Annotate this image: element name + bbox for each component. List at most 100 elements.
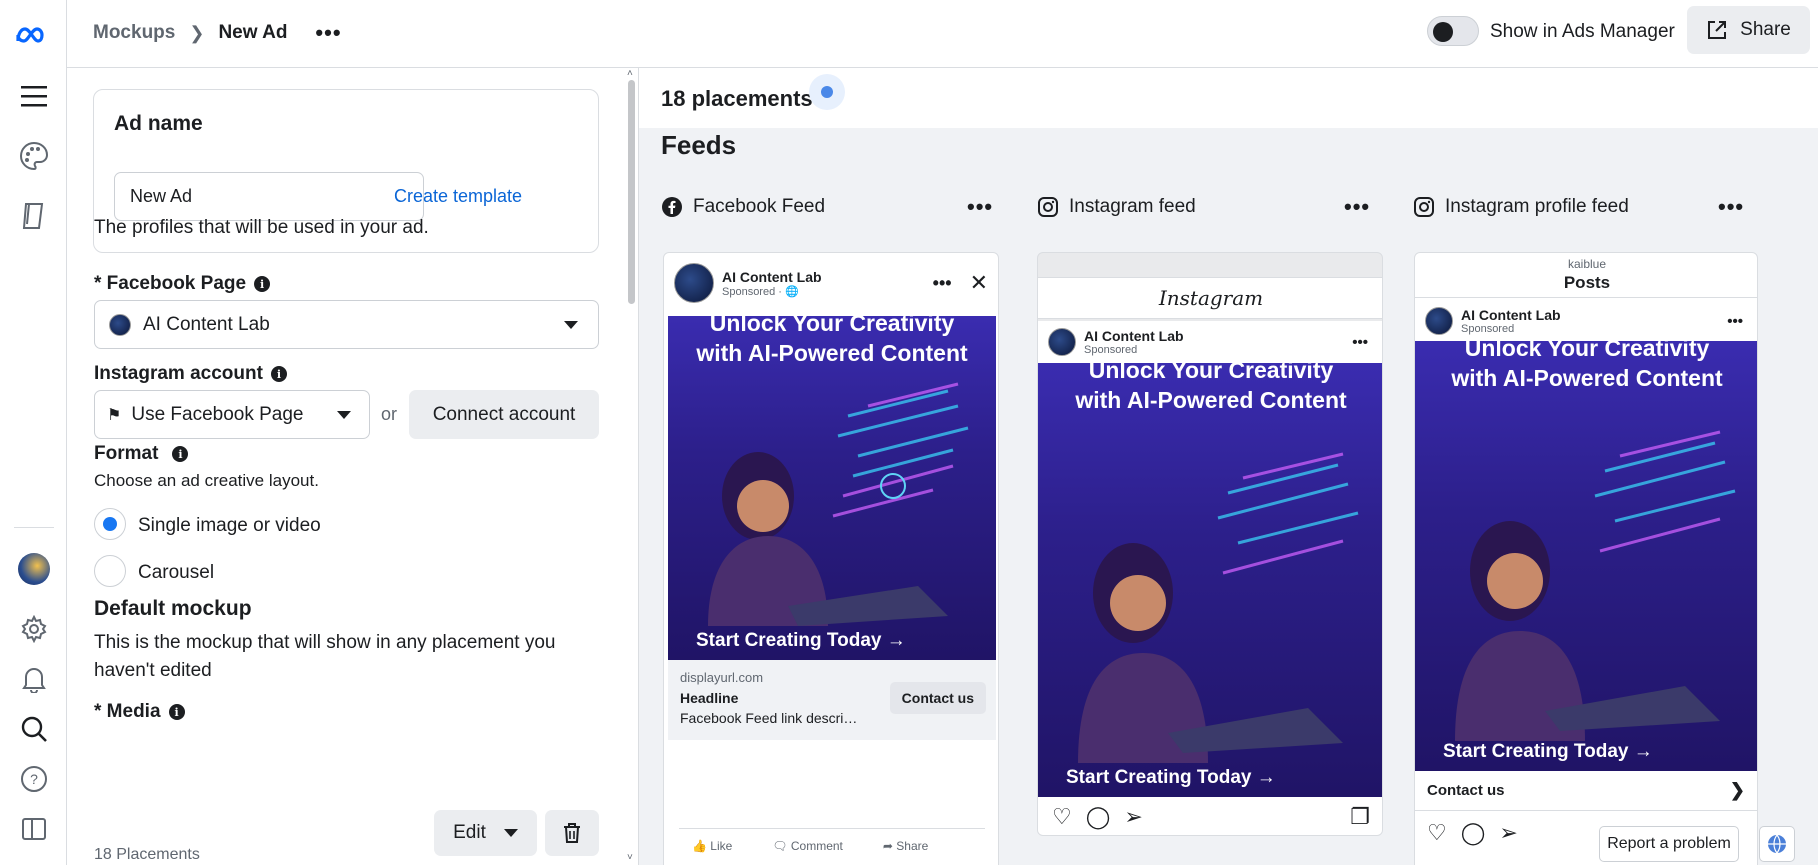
instagram-icon (1038, 197, 1058, 217)
comment-button[interactable]: 🗨 Comment (772, 839, 843, 853)
info-icon[interactable]: i (168, 704, 185, 720)
breadcrumb-current: New Ad (218, 22, 288, 43)
preview-panel: 18 placements Feeds Facebook Feed ••• In… (639, 68, 1818, 865)
search-icon[interactable] (14, 709, 54, 749)
facebook-feed-mockup[interactable]: AI Content Lab Sponsored · 🌐 ••• ✕ Unloc… (663, 252, 999, 865)
palette-icon[interactable] (14, 136, 54, 176)
format-label-text: Format (94, 443, 159, 464)
more-options-icon[interactable]: ••• (1718, 194, 1744, 220)
share-label: Share (1740, 19, 1791, 40)
show-in-ads-manager-toggle[interactable] (1427, 16, 1479, 46)
page-avatar (674, 263, 714, 303)
edit-label: Edit (453, 822, 486, 843)
share-post-button[interactable]: ➦ Share (883, 839, 928, 853)
facebook-page-value: AI Content Lab (143, 313, 270, 335)
trash-icon (564, 823, 580, 843)
meta-logo-icon[interactable] (14, 16, 54, 56)
menu-icon[interactable] (14, 76, 54, 116)
creative-headline-2: with AI-Powered Content (696, 340, 968, 366)
chevron-right-icon: ❯ (189, 22, 205, 43)
page-avatar (1048, 328, 1076, 356)
column-title-facebook-feed: Facebook Feed (661, 196, 825, 218)
heart-icon[interactable]: ♡ (1052, 804, 1072, 830)
facebook-page-label: * Facebook Page i (94, 273, 271, 295)
info-icon[interactable]: i (270, 366, 287, 382)
more-options-icon[interactable]: ••• (1727, 313, 1743, 330)
heart-icon[interactable]: ♡ (1427, 820, 1447, 846)
book-icon[interactable] (14, 196, 54, 236)
report-problem-label: Report a problem (1607, 835, 1731, 852)
column-title-instagram-feed: Instagram feed (1037, 196, 1196, 218)
delete-button[interactable] (545, 810, 599, 856)
panel-toggle-icon[interactable] (14, 809, 54, 849)
instagram-feed-mockup[interactable]: Instagram AI Content Lab Sponsored ••• U… (1037, 252, 1383, 836)
column-label: Facebook Feed (693, 196, 826, 217)
profile-contact-label: Contact us (1427, 782, 1505, 799)
instagram-profile-feed-mockup[interactable]: kaiblue Posts AI Content Lab Sponsored •… (1414, 252, 1758, 865)
instagram-account-label: Instagram account i (94, 363, 287, 385)
more-options-icon[interactable]: ••• (1352, 334, 1368, 351)
info-icon[interactable]: i (172, 446, 189, 462)
top-bar: Mockups ❯ New Ad ••• Show in Ads Manager… (67, 0, 1818, 68)
report-problem-button[interactable]: Report a problem (1599, 826, 1739, 862)
instagram-label-text: Instagram account (94, 363, 263, 384)
more-options-icon[interactable]: ••• (967, 194, 993, 220)
more-options-icon[interactable]: ••• (315, 20, 341, 46)
sponsored-label: Sponsored · 🌐 (722, 285, 822, 298)
more-options-icon[interactable]: ••• (933, 273, 952, 294)
ad-name-input[interactable] (114, 172, 424, 221)
comment-icon[interactable]: ◯ (1086, 804, 1111, 830)
close-icon[interactable]: ✕ (970, 270, 988, 296)
link-preview[interactable]: displayurl.com Headline Facebook Feed li… (668, 660, 996, 740)
flag-icon: ⚑ (107, 406, 122, 424)
left-nav-rail: ? (0, 0, 67, 865)
instagram-account-select[interactable]: ⚑ Use Facebook Page (94, 390, 370, 439)
facebook-page-select[interactable]: AI Content Lab (94, 300, 599, 349)
creative-headline-1: Unlock Your Creativity (709, 316, 955, 336)
post-actions: ♡ ◯ ➢ ❐ (1038, 797, 1382, 835)
avatar[interactable] (14, 549, 54, 589)
ad-creative-image: Unlock Your Creativity with AI-Powered C… (668, 316, 996, 660)
breadcrumb: Mockups ❯ New Ad ••• (93, 20, 342, 46)
default-mockup-text: This is the mockup that will show in any… (94, 632, 556, 681)
send-icon[interactable]: ➢ (1124, 804, 1142, 830)
radio-single-image[interactable] (94, 508, 126, 540)
info-icon[interactable]: i (254, 276, 271, 292)
editor-panel: Ad name Create template The profiles tha… (67, 68, 625, 865)
share-post-label: Share (896, 839, 929, 853)
like-button[interactable]: 👍 Like (692, 839, 732, 853)
bell-icon[interactable] (14, 659, 54, 699)
profiles-text: The profiles that will be used in your a… (94, 217, 429, 238)
instagram-brand: Instagram (1038, 277, 1382, 319)
contact-us-button[interactable]: Contact us (889, 682, 986, 714)
svg-text:?: ? (30, 771, 38, 787)
breadcrumb-root[interactable]: Mockups (93, 22, 175, 44)
connect-account-button[interactable]: Connect account (409, 390, 599, 439)
globe-icon[interactable] (1759, 826, 1795, 862)
section-title: Feeds (661, 130, 737, 160)
post-header: AI Content Lab Sponsored · 🌐 ••• ✕ (664, 263, 998, 303)
globe-icon: 🌐 (784, 285, 799, 298)
more-options-icon[interactable]: ••• (1344, 194, 1370, 220)
column-title-instagram-profile-feed: Instagram profile feed (1413, 196, 1629, 218)
profile-contact-row[interactable]: Contact us ❯ (1415, 771, 1757, 811)
editor-scrollbar[interactable]: ˄ ˅ (625, 68, 639, 865)
comment-icon[interactable]: ◯ (1461, 820, 1486, 846)
help-icon[interactable]: ? (14, 759, 54, 799)
profile-username: kaiblue (1567, 257, 1607, 271)
scroll-up-icon[interactable]: ˄ (627, 68, 633, 79)
comment-label: Comment (790, 839, 843, 853)
settings-icon[interactable] (14, 609, 54, 649)
default-mockup-heading: Default mockup (94, 597, 252, 620)
instagram-icon (1414, 197, 1434, 217)
radio-carousel[interactable] (94, 555, 126, 587)
share-button[interactable]: Share (1687, 6, 1810, 54)
chevron-down-icon (503, 829, 518, 837)
scroll-down-icon[interactable]: ˅ (627, 852, 633, 863)
edit-button[interactable]: Edit (434, 810, 537, 856)
post-header: AI Content Lab Sponsored ••• (1415, 301, 1757, 341)
page-name: AI Content Lab (722, 268, 822, 285)
send-icon[interactable]: ➢ (1499, 820, 1517, 846)
scrollbar-thumb[interactable] (628, 80, 635, 304)
bookmark-icon[interactable]: ❐ (1350, 804, 1370, 830)
